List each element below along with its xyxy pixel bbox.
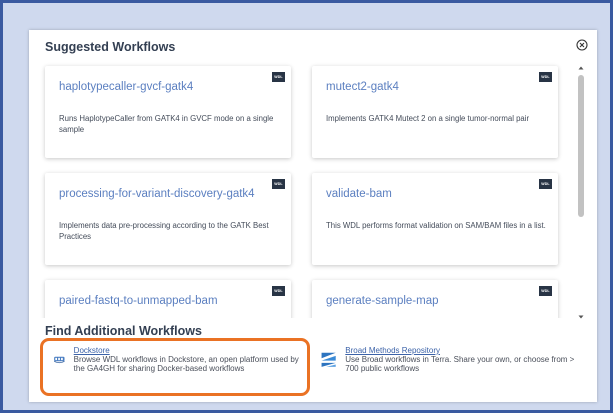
workflow-name[interactable]: generate-sample-map xyxy=(326,295,439,307)
wdl-badge-icon: WDL xyxy=(539,286,552,296)
workflow-card-validate-bam[interactable]: validate-bam WDL This WDL performs forma… xyxy=(312,173,558,265)
scrollbar-thumb[interactable] xyxy=(578,75,584,217)
workflow-card-mutect2[interactable]: mutect2-gatk4 WDL Implements GATK4 Mutec… xyxy=(312,66,558,158)
broad-methods-icon xyxy=(320,351,337,367)
workflow-list: haplotypecaller-gvcf-gatk4 WDL Runs Hapl… xyxy=(29,60,589,318)
workflow-description: Implements data pre-processing according… xyxy=(59,221,269,241)
dockstore-highlight-outline xyxy=(40,338,310,396)
workflow-description: Runs HaplotypeCaller from GATK4 in GVCF … xyxy=(59,114,274,134)
wdl-badge-icon: WDL xyxy=(272,72,285,82)
find-additional-title: Find Additional Workflows xyxy=(45,324,202,338)
wdl-badge-icon: WDL xyxy=(539,72,552,82)
close-icon[interactable] xyxy=(576,39,588,51)
modal-title: Suggested Workflows xyxy=(45,40,176,54)
wdl-badge-icon: WDL xyxy=(272,179,285,189)
scroll-down-arrow-icon[interactable] xyxy=(578,314,584,320)
workflow-name[interactable]: haplotypecaller-gvcf-gatk4 xyxy=(59,81,193,93)
workflow-name[interactable]: processing-for-variant-discovery-gatk4 xyxy=(59,188,255,200)
workflow-description: Implements GATK4 Mutect 2 on a single tu… xyxy=(326,114,530,123)
workflow-card-paired-fastq[interactable]: paired-fastq-to-unmapped-bam WDL xyxy=(45,280,291,318)
wdl-badge-icon: WDL xyxy=(272,286,285,296)
workflow-name[interactable]: validate-bam xyxy=(326,188,392,200)
workflow-card-generate-sample-map[interactable]: generate-sample-map WDL xyxy=(312,280,558,318)
source-broad-methods[interactable]: Broad Methods Repository Use Broad workf… xyxy=(320,346,585,373)
workflow-card-processing[interactable]: processing-for-variant-discovery-gatk4 W… xyxy=(45,173,291,265)
workflow-description: This WDL performs format validation on S… xyxy=(326,221,546,230)
scroll-up-arrow-icon[interactable] xyxy=(578,65,584,71)
workflow-name[interactable]: paired-fastq-to-unmapped-bam xyxy=(59,295,218,307)
scrollbar[interactable] xyxy=(577,65,585,320)
broad-methods-description: Use Broad workflows in Terra. Share your… xyxy=(345,355,575,373)
wdl-badge-icon: WDL xyxy=(539,179,552,189)
suggested-workflows-modal: Suggested Workflows haplotypecaller-gvcf… xyxy=(29,30,597,402)
workflow-name[interactable]: mutect2-gatk4 xyxy=(326,81,399,93)
workflow-card-haplotypecaller[interactable]: haplotypecaller-gvcf-gatk4 WDL Runs Hapl… xyxy=(45,66,291,158)
broad-methods-link[interactable]: Broad Methods Repository xyxy=(345,346,585,355)
